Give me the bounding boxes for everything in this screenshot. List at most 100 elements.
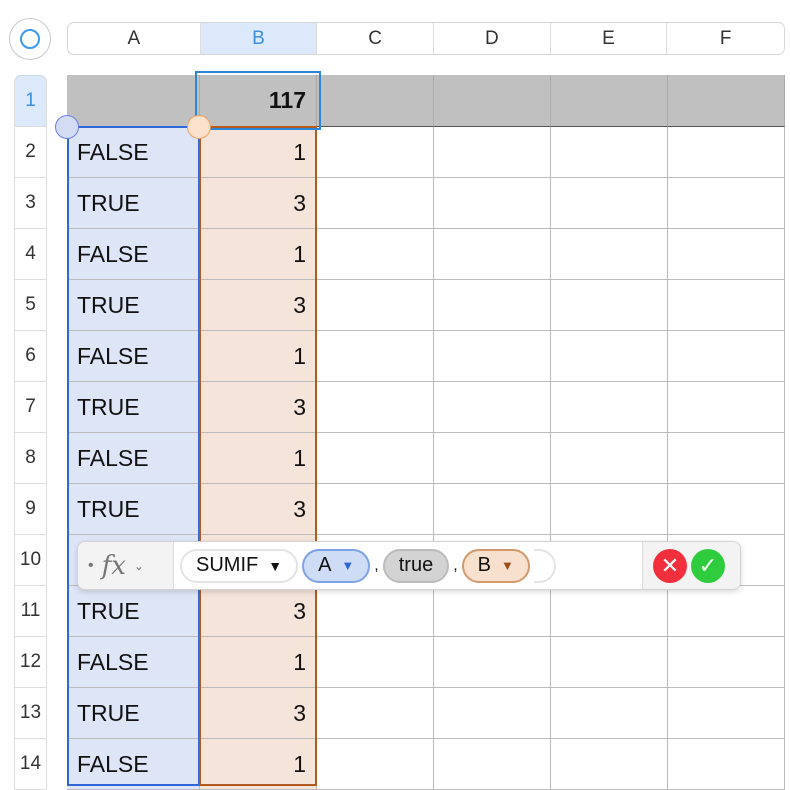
cell-f5[interactable]	[668, 280, 785, 331]
cell-b6[interactable]: 1	[200, 331, 317, 382]
cell-e14[interactable]	[551, 739, 668, 790]
cell-f3[interactable]	[668, 178, 785, 229]
cell-d11[interactable]	[434, 586, 551, 637]
cell-b2[interactable]: 1	[200, 127, 317, 178]
argument-token-b[interactable]: B ▼	[461, 548, 530, 583]
cell-e3[interactable]	[551, 178, 668, 229]
cell-c14[interactable]	[317, 739, 434, 790]
cell-a2[interactable]: FALSE	[67, 127, 200, 178]
row-header-12[interactable]: 12	[14, 637, 47, 688]
row-header-4[interactable]: 4	[14, 229, 47, 280]
cell-f7[interactable]	[668, 382, 785, 433]
row-header-13[interactable]: 13	[14, 688, 47, 739]
cell-d3[interactable]	[434, 178, 551, 229]
row-header-7[interactable]: 7	[14, 382, 47, 433]
cell-a3[interactable]: TRUE	[67, 178, 200, 229]
row-header-14[interactable]: 14	[14, 739, 47, 790]
cell-a14[interactable]: FALSE	[67, 739, 200, 790]
cell-a1[interactable]	[67, 75, 200, 127]
cell-c5[interactable]	[317, 280, 434, 331]
formula-input[interactable]: SUMIF ▼ A ▼ , true , B ▼	[173, 542, 643, 589]
cell-a5[interactable]: TRUE	[67, 280, 200, 331]
cell-d8[interactable]	[434, 433, 551, 484]
cell-b8[interactable]: 1	[200, 433, 317, 484]
cell-d7[interactable]	[434, 382, 551, 433]
cell-c9[interactable]	[317, 484, 434, 535]
cell-d14[interactable]	[434, 739, 551, 790]
column-header-a[interactable]: A	[68, 23, 201, 54]
cell-f14[interactable]	[668, 739, 785, 790]
cell-e7[interactable]	[551, 382, 668, 433]
column-header-c[interactable]: C	[317, 23, 434, 54]
select-all-button[interactable]	[9, 18, 51, 60]
cell-c7[interactable]	[317, 382, 434, 433]
column-header-f[interactable]: F	[667, 23, 784, 54]
cell-c12[interactable]	[317, 637, 434, 688]
cell-a13[interactable]: TRUE	[67, 688, 200, 739]
cell-e2[interactable]	[551, 127, 668, 178]
cell-b5[interactable]: 3	[200, 280, 317, 331]
accept-button[interactable]: ✓	[691, 548, 725, 583]
cell-f1[interactable]	[668, 75, 785, 127]
cell-b12[interactable]: 1	[200, 637, 317, 688]
range-handle-a[interactable]	[55, 115, 79, 139]
cell-c6[interactable]	[317, 331, 434, 382]
cell-a11[interactable]: TRUE	[67, 586, 200, 637]
cell-f13[interactable]	[668, 688, 785, 739]
row-header-2[interactable]: 2	[14, 127, 47, 178]
row-header-3[interactable]: 3	[14, 178, 47, 229]
cell-e6[interactable]	[551, 331, 668, 382]
cell-b13[interactable]: 3	[200, 688, 317, 739]
row-header-6[interactable]: 6	[14, 331, 47, 382]
cell-b3[interactable]: 3	[200, 178, 317, 229]
cell-a4[interactable]: FALSE	[67, 229, 200, 280]
cell-c4[interactable]	[317, 229, 434, 280]
cell-f6[interactable]	[668, 331, 785, 382]
cell-a7[interactable]: TRUE	[67, 382, 200, 433]
cell-f12[interactable]	[668, 637, 785, 688]
cell-e13[interactable]	[551, 688, 668, 739]
cell-f9[interactable]	[668, 484, 785, 535]
cell-f4[interactable]	[668, 229, 785, 280]
argument-token-a[interactable]: A ▼	[302, 548, 371, 583]
cell-b1[interactable]: 117	[200, 75, 317, 127]
range-handle-b[interactable]	[187, 115, 211, 139]
row-header-10[interactable]: 10	[14, 535, 47, 586]
cell-d5[interactable]	[434, 280, 551, 331]
cell-f8[interactable]	[668, 433, 785, 484]
cell-c11[interactable]	[317, 586, 434, 637]
cell-d6[interactable]	[434, 331, 551, 382]
cell-c8[interactable]	[317, 433, 434, 484]
cell-c2[interactable]	[317, 127, 434, 178]
cell-c3[interactable]	[317, 178, 434, 229]
cell-c1[interactable]	[317, 75, 434, 127]
row-header-11[interactable]: 11	[14, 586, 47, 637]
column-header-b[interactable]: B	[200, 23, 318, 54]
argument-token-true[interactable]: true	[382, 548, 450, 583]
cell-a12[interactable]: FALSE	[67, 637, 200, 688]
cell-b9[interactable]: 3	[200, 484, 317, 535]
cell-d12[interactable]	[434, 637, 551, 688]
column-header-e[interactable]: E	[551, 23, 668, 54]
cell-e4[interactable]	[551, 229, 668, 280]
row-header-5[interactable]: 5	[14, 280, 47, 331]
cell-b11[interactable]: 3	[200, 586, 317, 637]
cell-e5[interactable]	[551, 280, 668, 331]
cell-d2[interactable]	[434, 127, 551, 178]
row-header-1[interactable]: 1	[14, 75, 47, 127]
function-menu-button[interactable]: • fx ⌄	[78, 542, 173, 589]
cell-e1[interactable]	[551, 75, 668, 127]
cell-b4[interactable]: 1	[200, 229, 317, 280]
cell-d9[interactable]	[434, 484, 551, 535]
cell-e12[interactable]	[551, 637, 668, 688]
cell-b7[interactable]: 3	[200, 382, 317, 433]
cell-f11[interactable]	[668, 586, 785, 637]
cell-d4[interactable]	[434, 229, 551, 280]
column-header-d[interactable]: D	[434, 23, 551, 54]
row-header-8[interactable]: 8	[14, 433, 47, 484]
cell-d1[interactable]	[434, 75, 551, 127]
cell-e11[interactable]	[551, 586, 668, 637]
cell-c13[interactable]	[317, 688, 434, 739]
cell-e9[interactable]	[551, 484, 668, 535]
row-header-9[interactable]: 9	[14, 484, 47, 535]
